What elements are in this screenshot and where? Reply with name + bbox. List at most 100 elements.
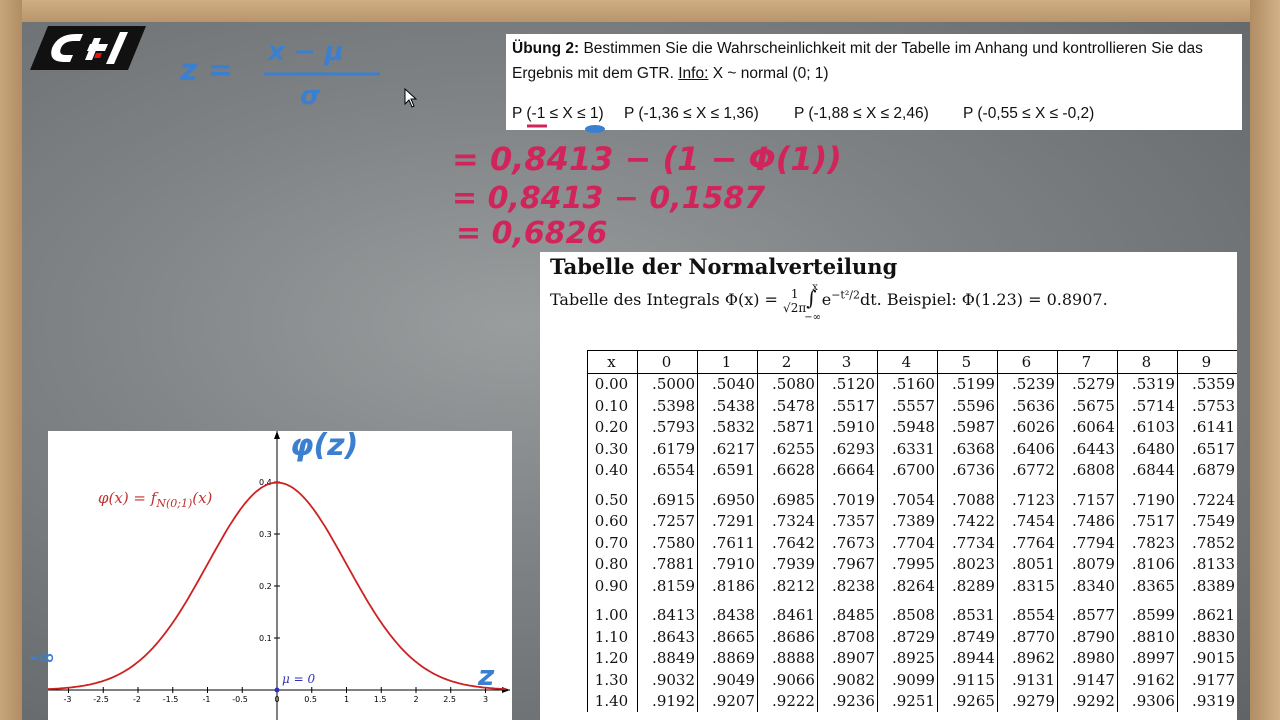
table-cell: .6700 [876,459,938,481]
table-cell: .9099 [876,669,938,691]
table-cell: .6844 [1116,459,1178,481]
table-cell: .9177 [1176,669,1237,691]
table-cell: .7611 [697,532,758,554]
table-cell: .9147 [1056,669,1118,691]
table-header-cell: 6 [996,350,1058,374]
table-cell: .8643 [637,626,698,648]
table-cell: .8708 [816,626,878,648]
exercise-box: Übung 2: Bestimmen Sie die Wahrscheinlic… [506,34,1242,130]
table-cell: .6103 [1116,416,1178,438]
table-cell: .9082 [816,669,878,691]
table-cell: .5160 [876,373,938,395]
table-cell: 1.00 [586,596,638,626]
prob-item-1: P (-1 ≤ X ≤ 1) [512,105,604,122]
table-cell: .6217 [697,438,758,460]
table-cell: .5636 [996,395,1058,417]
table-cell: .9306 [1116,690,1178,712]
table-row: 0.50.6915.6950.6985.7019.7054.7088.7123.… [586,481,1237,511]
table-cell: .8869 [697,647,758,669]
table-cell: .6443 [1056,438,1118,460]
x-tick-label: -2.5 [93,695,109,704]
table-cell: .5987 [936,416,998,438]
normal-table: x0123456789 0.00.5000.5040.5080.5120.516… [586,350,1237,712]
table-cell: .8749 [936,626,998,648]
table-cell: .8790 [1056,626,1118,648]
table-header-cell: 7 [1056,350,1118,374]
table-cell: .6985 [756,481,818,511]
x-tick-label: 2.5 [443,695,456,704]
table-cell: .6517 [1176,438,1237,460]
table-cell: .6554 [637,459,698,481]
wood-frame-top [0,0,1280,22]
x-tick-label: 0.5 [304,695,317,704]
table-cell: .8186 [697,575,758,597]
wood-frame-right [1250,0,1280,720]
integral-sign: ∫ x −∞ [804,282,821,323]
table-cell: .5120 [816,373,878,395]
table-subtitle: Tabelle des Integrals Φ(x) = 1 √2π∫ x −∞ e−… [550,282,1108,323]
table-cell: .7995 [876,553,938,575]
table-header-cell: 4 [876,350,938,374]
table-row: 1.20.8849.8869.8888.8907.8925.8944.8962.… [586,647,1237,669]
table-cell: .8051 [996,553,1058,575]
info-label: Info: [678,65,709,82]
table-cell: .8159 [637,575,698,597]
table-cell: .8907 [816,647,878,669]
table-cell: .8888 [756,647,818,669]
table-cell: .9131 [996,669,1058,691]
table-row: 0.00.5000.5040.5080.5120.5160.5199.5239.… [586,373,1237,395]
table-cell: .8264 [876,575,938,597]
table-cell: .8438 [697,596,758,626]
y-axis-arrow [274,431,280,439]
exercise-line-1: Übung 2: Bestimmen Sie die Wahrscheinlic… [512,40,1203,58]
table-cell: .7422 [936,510,998,532]
table-cell: .9251 [876,690,938,712]
table-cell: .5040 [697,373,758,395]
table-cell: .8531 [936,596,998,626]
table-cell: .7881 [637,553,698,575]
table-row: 1.10.8643.8665.8686.8708.8729.8749.8770.… [586,626,1237,648]
table-cell: .5675 [1056,395,1118,417]
table-row: 1.00.8413.8438.8461.8485.8508.8531.8554.… [586,596,1237,626]
table-cell: .8830 [1176,626,1237,648]
table-cell: .9207 [697,690,758,712]
table-cell: .7794 [1056,532,1118,554]
table-cell: .7764 [996,532,1058,554]
table-row: 0.40.6554.6591.6628.6664.6700.6736.6772.… [586,459,1237,481]
table-row: 0.60.7257.7291.7324.7357.7389.7422.7454.… [586,510,1237,532]
table-cell: .8289 [936,575,998,597]
table-cell: .5753 [1176,395,1237,417]
table-header-cell: 5 [936,350,998,374]
table-cell: .8413 [637,596,698,626]
table-cell: .5438 [697,395,758,417]
table-cell: .6141 [1176,416,1237,438]
exercise-text-1: Bestimmen Sie die Wahrscheinlichkeit mit… [579,40,1203,57]
table-cell: 1.10 [586,626,638,648]
table-row: 0.30.6179.6217.6255.6293.6331.6368.6406.… [586,438,1237,460]
table-title: Tabelle der Normalverteilung [550,254,898,279]
exercise-line-2: Ergebnis mit dem GTR. Info: X ~ normal (… [512,65,829,83]
x-tick-label: -1 [203,695,211,704]
table-cell: .5832 [697,416,758,438]
table-cell: .7734 [936,532,998,554]
table-cell: .7673 [816,532,878,554]
table-row: 0.20.5793.5832.5871.5910.5948.5987.6026.… [586,416,1237,438]
table-cell: .6293 [816,438,878,460]
table-header-cell: 8 [1116,350,1178,374]
table-cell: 0.70 [586,532,638,554]
table-row: 0.90.8159.8186.8212.8238.8264.8289.8315.… [586,575,1237,597]
table-cell: .7967 [816,553,878,575]
table-cell: .7123 [996,481,1058,511]
table-cell: .6331 [876,438,938,460]
x-tick-label: 3 [483,695,488,704]
x-tick-label: 0 [275,695,280,704]
table-cell: .8315 [996,575,1058,597]
table-cell: .8770 [996,626,1058,648]
table-cell: .9162 [1116,669,1178,691]
table-cell: .6480 [1116,438,1178,460]
table-cell: .6664 [816,459,878,481]
table-cell: 0.40 [586,459,638,481]
table-cell: .8485 [816,596,878,626]
table-cell: .7324 [756,510,818,532]
table-body: 0.00.5000.5040.5080.5120.5160.5199.5239.… [586,373,1237,712]
